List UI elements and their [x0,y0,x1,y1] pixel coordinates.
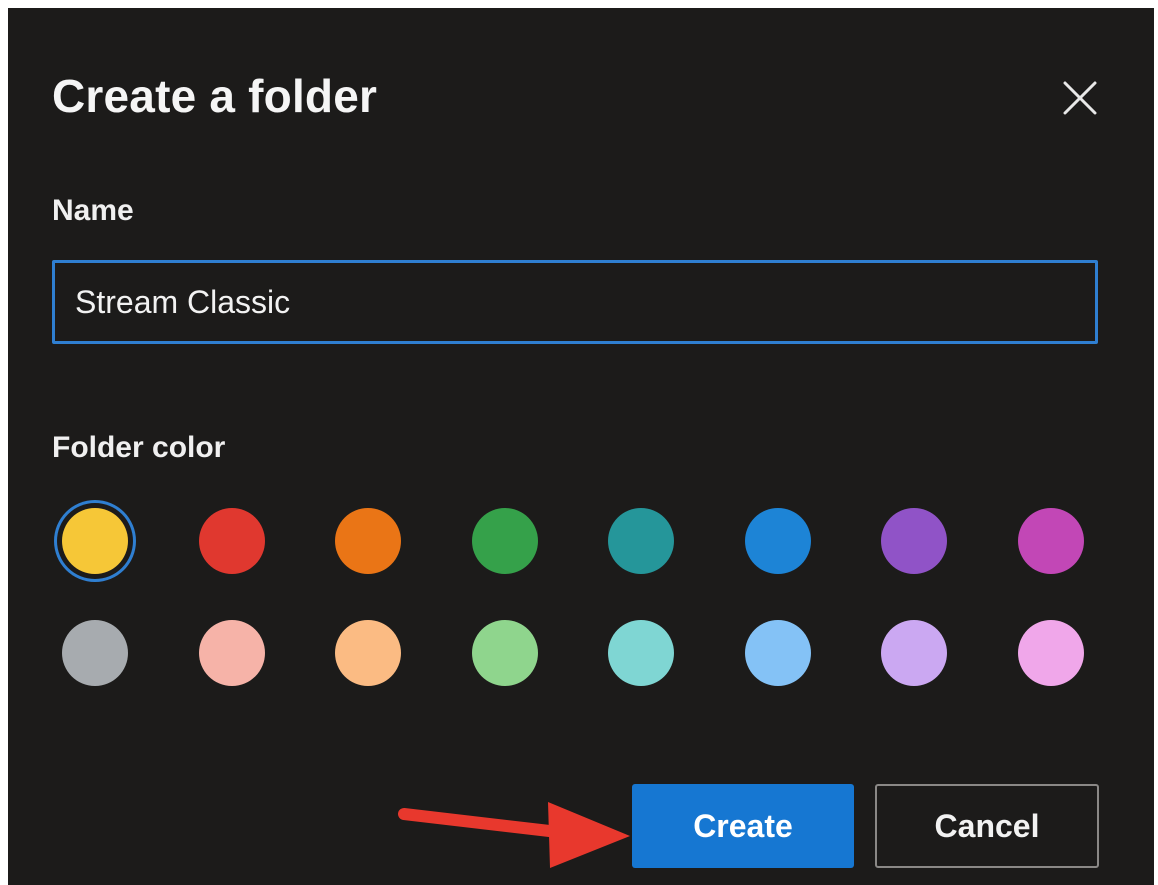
color-swatch-light-magenta[interactable] [1017,620,1084,686]
folder-color-label: Folder color [52,431,226,464]
color-swatch-gray[interactable] [62,620,128,686]
color-swatch-light-orange[interactable] [335,620,401,686]
create-button[interactable]: Create [632,784,854,868]
close-button[interactable] [1056,74,1104,122]
color-swatch-purple[interactable] [881,508,947,574]
color-swatch-blue[interactable] [744,508,811,574]
red-arrow-annotation [398,802,630,868]
color-swatch-magenta[interactable] [1017,508,1084,574]
color-swatch-light-green[interactable] [471,620,538,686]
color-swatch-light-blue[interactable] [744,620,811,686]
cancel-button[interactable]: Cancel [875,784,1099,868]
name-label: Name [52,194,134,227]
color-swatch-light-purple[interactable] [881,620,947,686]
color-swatch-yellow[interactable] [62,508,128,574]
create-folder-dialog: Create a folder Name Folder color Create… [8,8,1154,885]
folder-color-picker [52,498,1112,708]
close-icon [1063,81,1097,115]
color-swatch-red[interactable] [198,508,265,574]
color-swatch-green[interactable] [471,508,538,574]
color-swatch-light-red[interactable] [198,620,265,686]
folder-name-input[interactable] [52,260,1098,344]
color-swatch-light-teal[interactable] [608,620,674,686]
dialog-title: Create a folder [52,70,378,122]
color-swatch-orange[interactable] [335,508,401,574]
color-swatch-teal[interactable] [608,508,674,574]
